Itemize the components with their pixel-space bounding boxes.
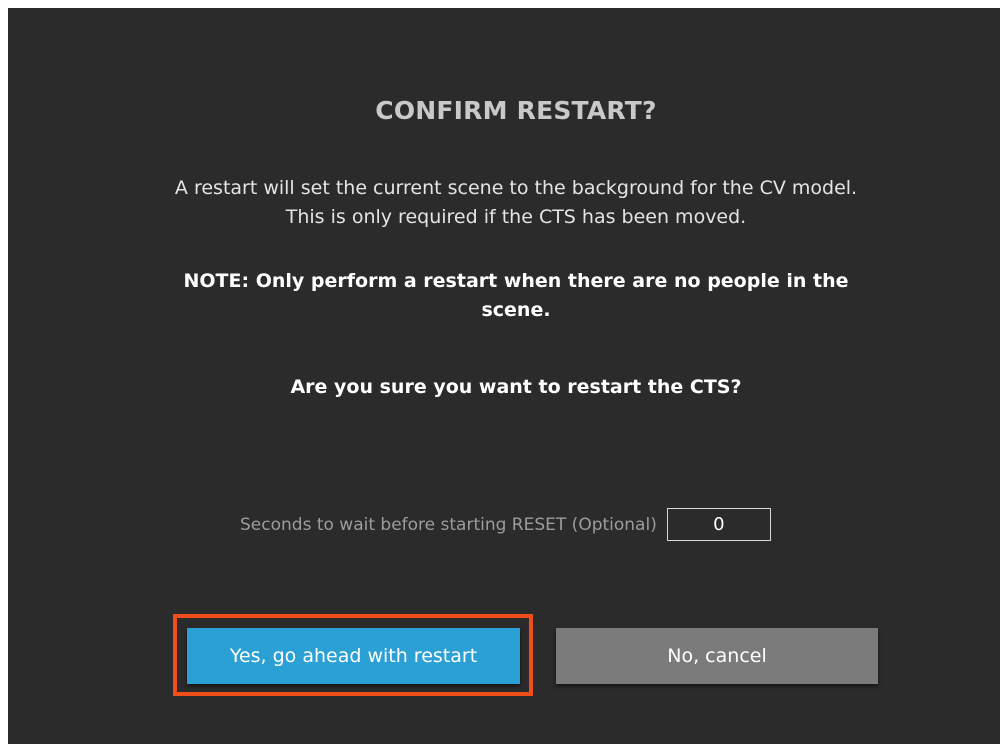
note-line-1: NOTE: Only perform a restart when there …	[183, 270, 849, 292]
confirm-question: Are you sure you want to restart the CTS…	[290, 376, 742, 398]
description-line-1: A restart will set the current scene to …	[174, 177, 858, 199]
dialog-title: CONFIRM RESTART?	[375, 96, 657, 125]
wait-seconds-label: Seconds to wait before starting RESET (O…	[240, 514, 657, 535]
dialog-description: A restart will set the current scene to …	[8, 174, 1000, 232]
description-line-2: This is only required if the CTS has bee…	[285, 206, 747, 228]
note-line-2: scene.	[481, 299, 551, 321]
wait-seconds-row: Seconds to wait before starting RESET (O…	[240, 508, 771, 541]
confirm-restart-button[interactable]: Yes, go ahead with restart	[187, 628, 520, 684]
confirm-restart-dialog: CONFIRM RESTART? A restart will set the …	[8, 8, 1000, 744]
wait-seconds-input[interactable]	[666, 508, 771, 541]
cancel-button[interactable]: No, cancel	[556, 628, 878, 684]
warning-note: NOTE: Only perform a restart when there …	[8, 267, 1000, 325]
